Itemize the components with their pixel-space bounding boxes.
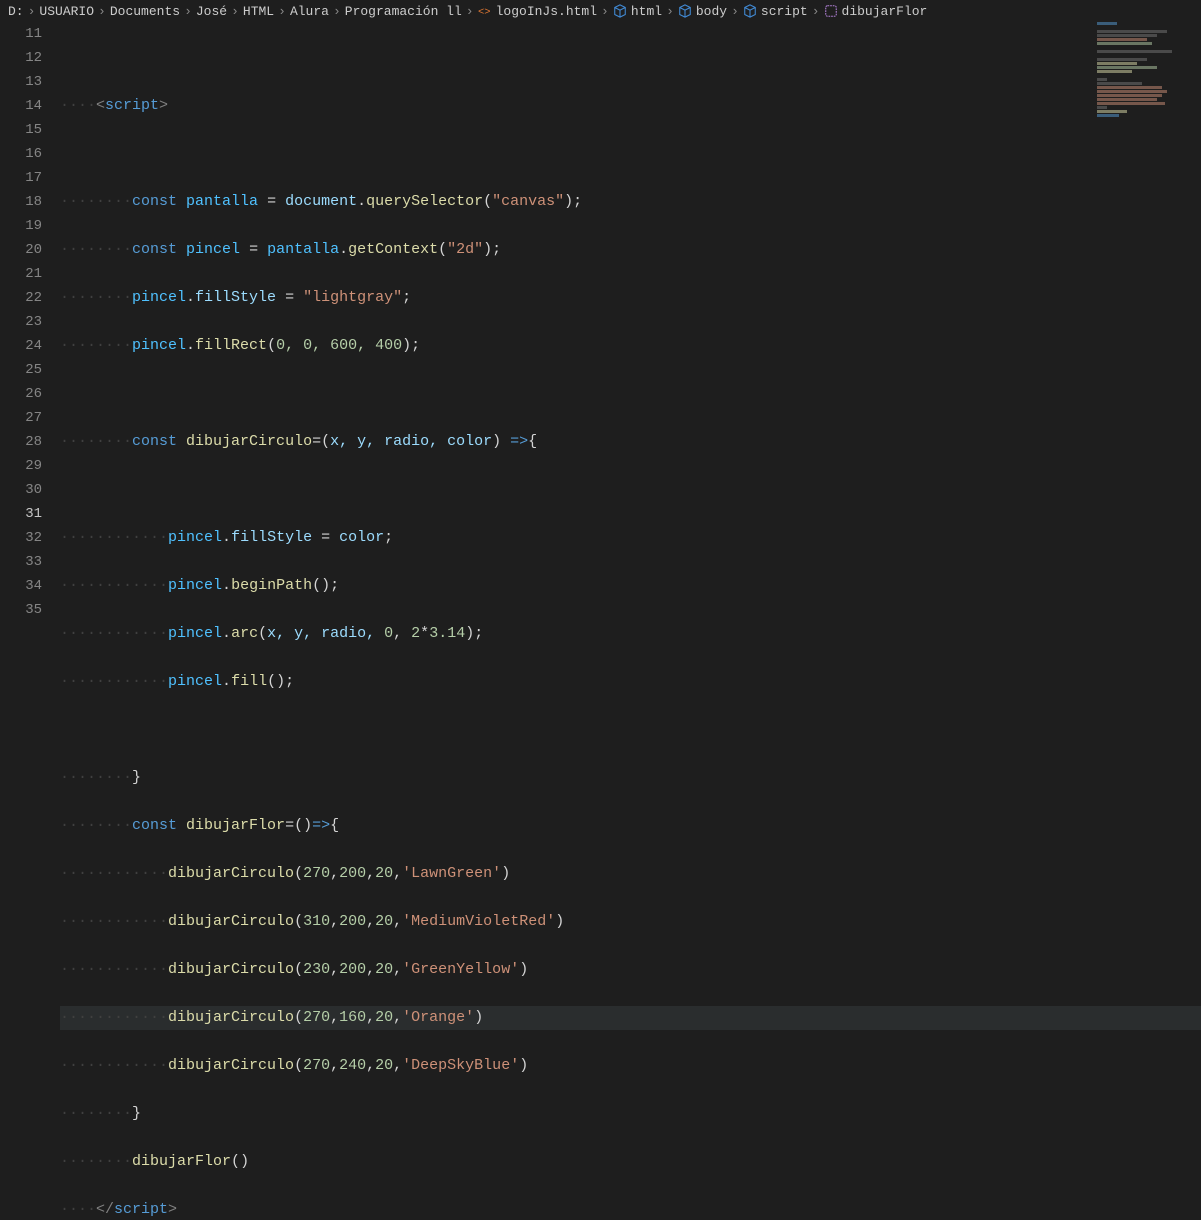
breadcrumb-item[interactable]: José [196, 4, 227, 19]
line-number: 14 [0, 94, 42, 118]
chevron-right-icon: › [28, 4, 36, 19]
symbol-function-icon [824, 4, 838, 18]
chevron-right-icon: › [184, 4, 192, 19]
line-number: 17 [0, 166, 42, 190]
code-line: ············pincel.arc(x, y, radio, 0, 2… [60, 622, 1201, 646]
line-number: 18 [0, 190, 42, 214]
line-number: 28 [0, 430, 42, 454]
svg-text:<>: <> [478, 7, 491, 19]
line-number: 29 [0, 454, 42, 478]
code-line: ········const dibujarCirculo=(x, y, radi… [60, 430, 1201, 454]
chevron-right-icon: › [333, 4, 341, 19]
code-content[interactable]: ····<script> ········const pantalla = do… [60, 22, 1201, 610]
code-line: ········} [60, 1102, 1201, 1126]
code-line: ····<script> [60, 94, 1201, 118]
line-number: 23 [0, 310, 42, 334]
code-line-active: ············dibujarCirculo(270,160,20,'O… [60, 1006, 1201, 1030]
line-number: 20 [0, 238, 42, 262]
code-line: ············dibujarCirculo(310,200,20,'M… [60, 910, 1201, 934]
line-number: 19 [0, 214, 42, 238]
chevron-right-icon: › [231, 4, 239, 19]
code-line: ············dibujarCirculo(270,200,20,'L… [60, 862, 1201, 886]
line-number: 13 [0, 70, 42, 94]
editor[interactable]: 1112131415161718192021222324252627282930… [0, 22, 1201, 610]
breadcrumb-item[interactable]: <> logoInJs.html [478, 4, 597, 19]
chevron-right-icon: › [812, 4, 820, 19]
code-line: ····</script> [60, 1198, 1201, 1220]
code-line: ············pincel.fillStyle = color; [60, 526, 1201, 550]
chevron-right-icon: › [98, 4, 106, 19]
chevron-right-icon: › [466, 4, 474, 19]
code-line: ········pincel.fillRect(0, 0, 600, 400); [60, 334, 1201, 358]
code-line [60, 478, 1201, 502]
breadcrumb-item[interactable]: D: [8, 4, 24, 19]
code-line: ········} [60, 766, 1201, 790]
code-line: ········dibujarFlor() [60, 1150, 1201, 1174]
breadcrumb-item[interactable]: Documents [110, 4, 180, 19]
breadcrumb-item[interactable]: html [613, 4, 662, 19]
line-number: 11 [0, 22, 42, 46]
chevron-right-icon: › [731, 4, 739, 19]
breadcrumb-item[interactable]: USUARIO [39, 4, 94, 19]
breadcrumb-item[interactable]: HTML [243, 4, 274, 19]
line-number-gutter: 1112131415161718192021222324252627282930… [0, 22, 60, 610]
code-line: ········const pincel = pantalla.getConte… [60, 238, 1201, 262]
code-line: ············dibujarCirculo(230,200,20,'G… [60, 958, 1201, 982]
code-line [60, 46, 1201, 70]
code-line: ········const pantalla = document.queryS… [60, 190, 1201, 214]
code-line: ············pincel.beginPath(); [60, 574, 1201, 598]
code-line: ········pincel.fillStyle = "lightgray"; [60, 286, 1201, 310]
breadcrumb-item[interactable]: Programación ll [345, 4, 462, 19]
line-number: 32 [0, 526, 42, 550]
line-number: 30 [0, 478, 42, 502]
line-number: 34 [0, 574, 42, 598]
chevron-right-icon: › [666, 4, 674, 19]
line-number: 31 [0, 502, 42, 526]
line-number: 15 [0, 118, 42, 142]
line-number: 33 [0, 550, 42, 574]
line-number: 27 [0, 406, 42, 430]
code-line: ········const dibujarFlor=()=>{ [60, 814, 1201, 838]
line-number: 12 [0, 46, 42, 70]
line-number: 21 [0, 262, 42, 286]
code-line: ············dibujarCirculo(270,240,20,'D… [60, 1054, 1201, 1078]
breadcrumb-item[interactable]: Alura [290, 4, 329, 19]
symbol-cube-icon [743, 4, 757, 18]
breadcrumb-item[interactable]: dibujarFlor [824, 4, 928, 19]
symbol-cube-icon [613, 4, 627, 18]
line-number: 16 [0, 142, 42, 166]
code-line: ············pincel.fill(); [60, 670, 1201, 694]
code-line [60, 382, 1201, 406]
chevron-right-icon: › [601, 4, 609, 19]
code-file-icon: <> [478, 4, 492, 18]
chevron-right-icon: › [278, 4, 286, 19]
line-number: 35 [0, 598, 42, 622]
line-number: 26 [0, 382, 42, 406]
breadcrumb-item[interactable]: script [743, 4, 808, 19]
symbol-cube-icon [678, 4, 692, 18]
breadcrumb[interactable]: D: › USUARIO › Documents › José › HTML ›… [0, 0, 1201, 22]
code-line [60, 718, 1201, 742]
code-line [60, 142, 1201, 166]
line-number: 22 [0, 286, 42, 310]
line-number: 25 [0, 358, 42, 382]
line-number: 24 [0, 334, 42, 358]
breadcrumb-item[interactable]: body [678, 4, 727, 19]
